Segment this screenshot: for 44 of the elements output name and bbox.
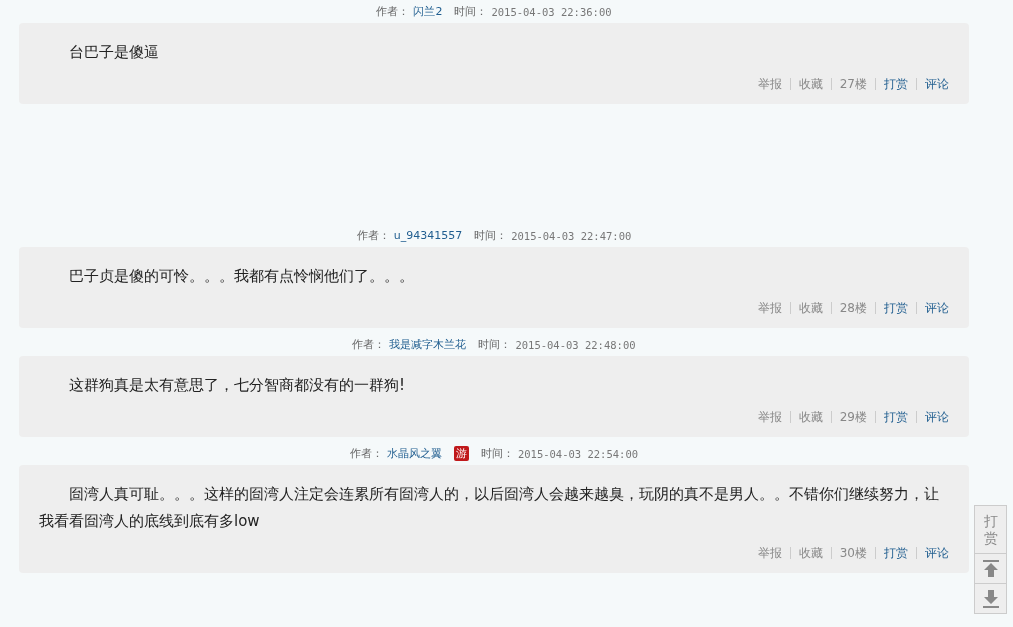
- post-action[interactable]: 举报: [749, 411, 790, 423]
- post-body: 囼湾人真可耻。。。这样的囼湾人注定会连累所有囼湾人的，以后囼湾人会越来越臭，玩阴的真不是男人。。不错你们继续努力，让我看看囼湾人的底线到底有多low: [39, 484, 940, 532]
- author-label: 作者：: [352, 337, 386, 352]
- reward-button[interactable]: 打赏: [975, 506, 1006, 553]
- post-action[interactable]: 举报: [749, 302, 790, 314]
- author-label: 作者：: [349, 446, 383, 461]
- post-body: 巴子贞是傻的可怜。。。我都有点怜悯他们了。。。: [68, 266, 415, 287]
- post-action[interactable]: 举报: [749, 78, 790, 90]
- post-action[interactable]: 收藏: [789, 411, 831, 423]
- action-link[interactable]: 打赏: [875, 411, 916, 423]
- author-link[interactable]: u_94341557: [393, 229, 463, 242]
- time-label: 时间：: [474, 228, 508, 243]
- author-label: 作者：: [376, 4, 410, 19]
- floor-number: 27楼: [830, 78, 875, 90]
- action-link[interactable]: 打赏: [875, 78, 916, 90]
- action-link[interactable]: 打赏: [875, 547, 916, 559]
- post-body: 这群狗真是太有意思了，七分智商都没有的一群狗!: [68, 375, 406, 396]
- post-time: 2015-04-03 22:47:00: [511, 229, 632, 242]
- time-label: 时间：: [478, 337, 512, 352]
- author-link[interactable]: 我是减字木兰花: [389, 337, 467, 352]
- arrow-up-icon: [982, 559, 999, 578]
- post-time: 2015-04-03 22:36:00: [491, 5, 612, 18]
- visitor-badge: 游: [453, 446, 469, 461]
- arrow-down-icon: [982, 589, 999, 608]
- author-label: 作者：: [356, 228, 390, 243]
- action-link[interactable]: 评论: [916, 411, 949, 423]
- time-label: 时间：: [454, 4, 488, 19]
- post-action[interactable]: 收藏: [789, 302, 831, 314]
- action-link[interactable]: 评论: [916, 78, 949, 90]
- author-link[interactable]: 水晶风之翼: [386, 446, 442, 461]
- post-time: 2015-04-03 22:54:00: [517, 447, 639, 460]
- post-action[interactable]: 收藏: [789, 78, 831, 90]
- time-label: 时间：: [480, 446, 514, 461]
- author-link[interactable]: 闪兰2: [413, 4, 443, 19]
- floor-number: 28楼: [830, 302, 875, 314]
- action-link[interactable]: 评论: [916, 547, 949, 559]
- post-action[interactable]: 收藏: [789, 547, 831, 559]
- floor-number: 30楼: [830, 547, 875, 559]
- floor-number: 29楼: [830, 411, 875, 423]
- post-time: 2015-04-03 22:48:00: [515, 338, 636, 351]
- post-body: 台巴子是傻逼: [68, 42, 160, 63]
- action-link[interactable]: 评论: [916, 302, 949, 314]
- post-action[interactable]: 举报: [749, 547, 790, 559]
- action-link[interactable]: 打赏: [875, 302, 916, 314]
